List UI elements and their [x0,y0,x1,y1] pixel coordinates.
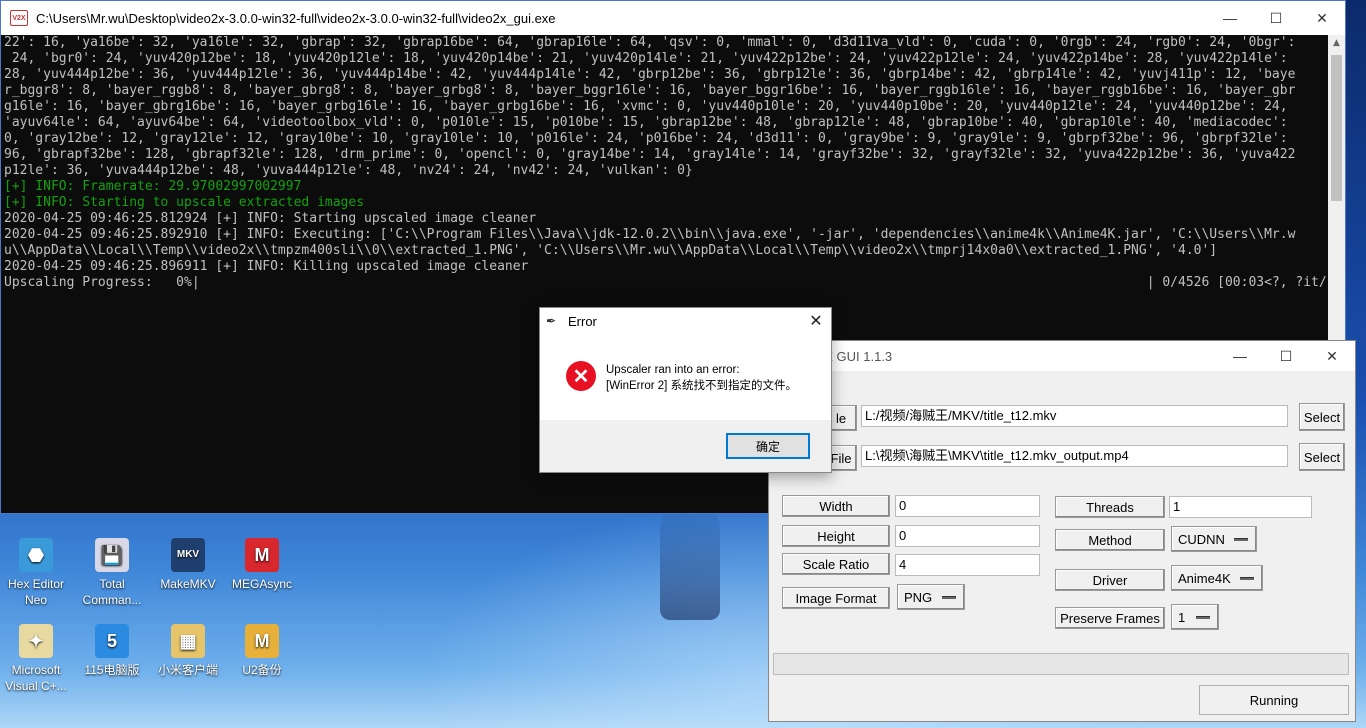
preserve-frames-label: Preserve Frames [1055,607,1165,629]
scale-ratio-label: Scale Ratio [782,553,890,575]
console-title: C:\Users\Mr.wu\Desktop\video2x-3.0.0-win… [36,10,556,26]
app-shortcut-icon: M [245,538,279,572]
progress-line: Upscaling Progress: 0%| | 0/4526 [00:03<… [4,275,1330,290]
desktop-icon[interactable]: MKV MakeMKV [152,538,224,592]
close-button[interactable]: ✕ [801,311,831,331]
console-line: 'ayuv64le': 64, 'ayuv64be': 64, 'videoto… [4,115,1288,130]
console-line: 2020-04-25 09:46:25.896911 [+] INFO: Kil… [4,259,529,274]
gui-title: 2X GUI 1.1.3 [817,348,893,364]
maximize-button[interactable]: ☐ [1253,1,1299,35]
console-titlebar[interactable]: V2X C:\Users\Mr.wu\Desktop\video2x-3.0.0… [1,1,1345,35]
console-line: g16le': 16, 'bayer_gbrg16be': 16, 'bayer… [4,99,1288,114]
desktop-icon-label: Microsoft Visual C+... [5,663,67,693]
desktop-icon[interactable]: M MEGAsync [226,538,298,592]
app-shortcut-icon: ✦ [19,624,53,658]
image-format-label: Image Format [782,587,890,609]
threads-field[interactable]: 1 [1169,496,1312,518]
preserve-frames-value: 1 [1178,609,1186,625]
scroll-up-arrow-icon[interactable]: ▲ [1328,35,1345,52]
console-line: r_bggr8': 8, 'bayer_rggb8': 8, 'bayer_gb… [4,83,1296,98]
wallpaper-figure [660,500,720,620]
desktop-icon-label: Total Comman... [82,577,142,607]
close-button[interactable]: ✕ [1309,341,1355,371]
app-shortcut-icon: 5 [95,624,129,658]
dropdown-indicator-icon [1196,616,1210,619]
video2x-app-icon: V2X [10,10,28,26]
method-label: Method [1055,529,1165,551]
minimize-button[interactable]: — [1207,1,1253,35]
dropdown-indicator-icon [1234,538,1248,541]
upscale-progress-bar [773,653,1349,675]
console-line: p12le': 36, 'yuva444p12be': 48, 'yuva444… [4,163,693,178]
app-shortcut-icon: MKV [171,538,205,572]
desktop-icon[interactable]: ✦ Microsoft Visual C+... [0,624,72,694]
desktop-icon-label: MEGAsync [231,577,292,591]
console-info-line: [+] INFO: Framerate: 29.97002997002997 [4,179,302,194]
desktop-icon-label: Hex Editor Neo [7,577,65,607]
desktop-icon[interactable]: 5 115电脑版 [76,624,148,678]
app-shortcut-icon: ⬣ [19,538,53,572]
close-button[interactable]: ✕ [1299,1,1345,35]
dialog-titlebar[interactable]: ✒ Error ✕ [540,308,831,334]
width-label: Width [782,495,890,517]
threads-label: Threads [1055,496,1165,518]
preserve-frames-dropdown[interactable]: 1 [1171,604,1219,630]
console-line: 0, 'gray12be': 12, 'gray12le': 12, 'gray… [4,131,1288,146]
desktop-icon[interactable]: M U2备份 [226,624,298,678]
error-message-line: Upscaler ran into an error: [606,364,740,376]
error-message: Upscaler ran into an error: [WinError 2]… [606,362,797,420]
dropdown-indicator-icon [1240,577,1254,580]
output-select-button[interactable]: Select [1299,443,1345,471]
output-path-field[interactable]: L:\视频\海贼王\MKV\title_t12.mkv_output.mp4 [861,445,1288,467]
image-format-dropdown[interactable]: PNG [897,584,965,610]
console-line: 28, 'yuv444p12be': 36, 'yuv444p12le': 36… [4,67,1296,82]
desktop-icon-label: 115电脑版 [84,663,140,677]
height-label: Height [782,525,890,547]
maximize-button[interactable]: ☐ [1263,341,1309,371]
dialog-title: Error [568,313,597,329]
error-x-icon: ✕ [566,361,596,391]
method-dropdown[interactable]: CUDNN [1171,526,1257,552]
error-dialog: ✒ Error ✕ ✕ Upscaler ran into an error: … [539,307,832,473]
driver-dropdown[interactable]: Anime4K [1171,565,1263,591]
desktop-icon-label: MakeMKV [160,577,216,591]
driver-label: Driver [1055,569,1165,591]
console-line: 2020-04-25 09:46:25.892910 [+] INFO: Exe… [4,227,1296,242]
gui-menu-bar[interactable]: p [769,371,1355,391]
width-field[interactable]: 0 [895,495,1040,517]
console-line: 24, 'bgr0': 24, 'yuv420p12be': 18, 'yuv4… [4,51,1288,66]
method-value: CUDNN [1178,531,1225,547]
console-line: 22': 16, 'ya16be': 32, 'ya16le': 32, 'gb… [4,35,1296,50]
start-button[interactable]: Running [1199,685,1349,715]
input-path-field[interactable]: L:/视频/海贼王/MKV/title_t12.mkv [861,405,1288,427]
video2x-gui-window: 2X GUI 1.1.3 — ☐ ✕ p le L:/视频/海贼王/MKV/ti… [768,340,1356,722]
ok-button[interactable]: 确定 [726,433,810,459]
console-line: 96, 'gbrapf32be': 128, 'gbrapf32le': 128… [4,147,1296,162]
app-shortcut-icon: ▦ [171,624,205,658]
desktop-icon[interactable]: ⬣ Hex Editor Neo [0,538,72,608]
minimize-button[interactable]: — [1217,341,1263,371]
console-info-line: [+] INFO: Starting to upscale extracted … [4,195,365,210]
console-line: 2020-04-25 09:46:25.812924 [+] INFO: Sta… [4,211,537,226]
driver-value: Anime4K [1178,570,1231,586]
height-field[interactable]: 0 [895,525,1040,547]
desktop-icon[interactable]: ▦ 小米客户端 [152,624,224,678]
input-select-button[interactable]: Select [1299,403,1345,431]
image-format-value: PNG [904,589,933,605]
desktop-icon[interactable]: 💾 Total Comman... [76,538,148,608]
dropdown-indicator-icon [942,596,956,599]
app-shortcut-icon: M [245,624,279,658]
scrollbar-thumb[interactable] [1331,55,1342,201]
desktop-icon-label: 小米客户端 [157,663,218,677]
error-message-line: [WinError 2] 系统找不到指定的文件。 [606,380,798,392]
gui-titlebar[interactable]: 2X GUI 1.1.3 — ☐ ✕ [769,341,1355,371]
console-line: u\\AppData\\Local\\Temp\\video2x\\tmpzm4… [4,243,1218,258]
app-shortcut-icon: 💾 [95,538,129,572]
tk-feather-icon: ✒ [546,314,557,328]
desktop-icon-label: U2备份 [242,663,282,677]
scale-ratio-field[interactable]: 4 [895,554,1040,576]
